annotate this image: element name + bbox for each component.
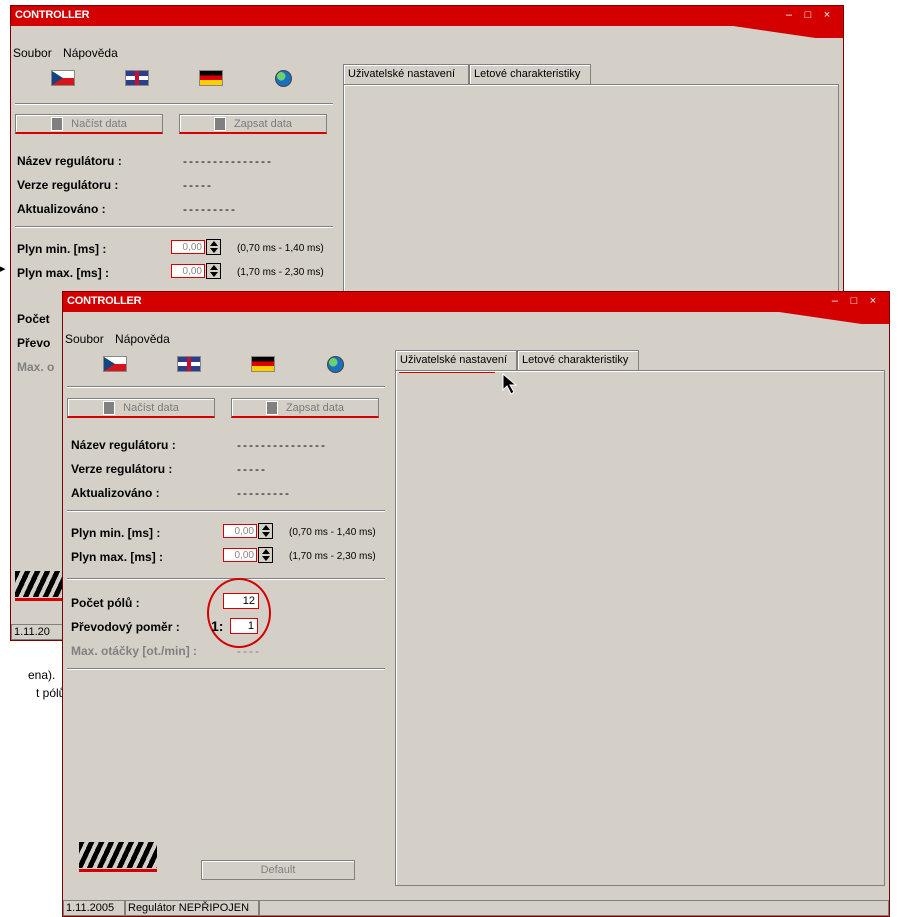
maximize-icon[interactable]: □ [846,295,862,307]
updated-value: --------- [183,202,237,216]
tab-user-settings[interactable]: Uživatelské nastavení [395,350,517,370]
poles-label-partial: Počet [17,312,50,326]
updated-label: Aktualizováno : [71,486,160,500]
throttle-min-input[interactable]: 0,00 [171,240,205,254]
page-text-fragment: ena). [28,668,56,682]
throttle-min-spinner[interactable] [206,239,221,255]
menu-help[interactable]: Nápověda [63,46,118,60]
gear-ratio-label: Převodový poměr : [71,620,180,634]
throttle-max-label: Plyn max. [ms] : [17,266,110,280]
czech-flag-icon[interactable] [51,70,75,86]
regulator-name-label: Název regulátoru : [71,438,176,452]
write-data-button[interactable]: Zapsat data [231,398,379,418]
regulator-name-value: --------------- [237,438,327,452]
german-flag-icon[interactable] [199,70,223,86]
status-empty [259,900,889,916]
divider [67,668,385,670]
controller-window: CONTROLLER – □ × Soubor Nápověda Načíst … [62,291,890,917]
german-flag-icon[interactable] [251,356,275,372]
globe-icon[interactable] [275,70,292,87]
poles-input[interactable]: 12 [223,593,259,609]
throttle-max-spinner[interactable] [206,263,221,279]
window-title: CONTROLLER [67,295,142,307]
right-panel: Uživatelské nastavení Letové charakteris… [391,350,885,886]
highlight-circle [207,578,271,648]
menu-file[interactable]: Soubor [65,332,104,346]
regulator-version-value: ----- [237,462,267,476]
divider [67,386,385,388]
throttle-min-label: Plyn min. [ms] : [17,242,107,256]
gear-ratio-input[interactable]: 1 [230,618,258,634]
load-data-button[interactable]: Načíst data [67,398,215,418]
compro-logo [79,842,157,872]
write-data-button[interactable]: Zapsat data [179,114,327,134]
uk-flag-icon[interactable] [177,356,201,372]
arrow-icon: ▸ [0,263,6,275]
status-connection: Regulátor NEPŘIPOJEN [125,900,259,916]
status-date: 1.11.2005 [63,900,125,916]
regulator-version-label: Verze regulátoru : [17,178,119,192]
updated-value: --------- [237,486,291,500]
close-icon[interactable]: × [865,295,881,307]
minimize-icon[interactable]: – [781,9,797,21]
load-data-button[interactable]: Načíst data [15,114,163,134]
menu-help[interactable]: Nápověda [115,332,170,346]
max-rpm-value: ---- [237,644,261,658]
menu-file[interactable]: Soubor [13,46,52,60]
title-accent [733,26,843,38]
poles-label: Počet pólů : [71,596,140,610]
throttle-max-input[interactable]: 0,00 [171,264,205,278]
title-bar: CONTROLLER – □ × [11,6,843,26]
czech-flag-icon[interactable] [103,356,127,372]
default-button[interactable]: Default [201,860,355,880]
close-icon[interactable]: × [819,9,835,21]
regulator-version-label: Verze regulátoru : [71,462,173,476]
max-rpm-label: Max. otáčky [ot./min] : [71,644,198,658]
rpm-label-partial: Max. o [17,360,55,374]
divider [15,226,333,228]
throttle-min-range: (0,70 ms - 1,40 ms) [237,243,324,254]
window-title: CONTROLLER [15,9,90,21]
title-accent [779,312,889,324]
tab-user-settings[interactable]: Uživatelské nastavení [343,64,469,84]
ratio-label-partial: Převo [17,336,51,350]
page-text-fragment: t pólů [36,686,66,700]
throttle-max-input[interactable]: 0,00 [223,548,257,562]
throttle-min-input[interactable]: 0,00 [223,524,257,538]
menu-bar: Soubor Nápověda [65,332,178,346]
title-bar: CONTROLLER – □ × [63,292,889,312]
mouse-cursor-icon [502,372,518,395]
status-bar: 1.11.2005 Regulátor NEPŘIPOJEN [63,900,889,916]
tab-flight-characteristics[interactable]: Letové charakteristiky [469,64,591,84]
maximize-icon[interactable]: □ [800,9,816,21]
regulator-name-value: --------------- [183,154,273,168]
throttle-max-spinner[interactable] [258,547,273,563]
throttle-max-range: (1,70 ms - 2,30 ms) [289,551,376,562]
menu-bar: Soubor Nápověda [13,46,126,60]
throttle-max-label: Plyn max. [ms] : [71,550,164,564]
throttle-min-range: (0,70 ms - 1,40 ms) [289,527,376,538]
minimize-icon[interactable]: – [827,295,843,307]
divider [15,103,333,105]
regulator-version-value: ----- [183,178,213,192]
uk-flag-icon[interactable] [125,70,149,86]
updated-label: Aktualizováno : [17,202,106,216]
throttle-min-label: Plyn min. [ms] : [71,526,161,540]
throttle-max-range: (1,70 ms - 2,30 ms) [237,267,324,278]
globe-icon[interactable] [327,356,344,373]
regulator-name-label: Název regulátoru : [17,154,122,168]
throttle-min-spinner[interactable] [258,523,273,539]
tab-flight-characteristics[interactable]: Letové charakteristiky [517,350,639,370]
divider [67,510,385,512]
tab-panel [395,370,885,886]
gear-ratio-prefix: 1: [211,618,224,634]
